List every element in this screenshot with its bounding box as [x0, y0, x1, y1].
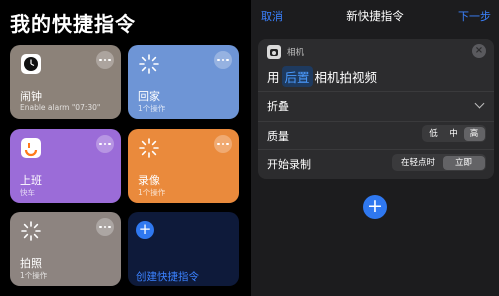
tile-title: 拍照 [20, 257, 42, 270]
shortcut-tile-take-photo[interactable]: 拍照 1个操作 [10, 212, 121, 286]
tile-title: 上班 [20, 174, 42, 187]
clock-icon [21, 54, 41, 74]
new-shortcut-editor: 取消 新快捷指令 下一步 相机 × 用后置 相机拍视频 折叠 质量 低 中 高 开… [251, 0, 499, 296]
shortcuts-library-pane: 我的快捷指令 闹钟 Enable alarm "07:30" 回家 1个操作 上… [0, 0, 247, 296]
tile-subtitle: 1个操作 [20, 271, 48, 280]
quality-option-low[interactable]: 低 [424, 127, 444, 141]
shortcut-tile-record-video[interactable]: 录像 1个操作 [128, 129, 239, 203]
remove-action-button[interactable]: × [472, 44, 486, 58]
action-sentence: 用后置 相机拍视频 [267, 66, 377, 87]
navigation-bar: 取消 新快捷指令 下一步 [251, 0, 499, 32]
more-options-button[interactable] [96, 218, 114, 236]
chevron-down-icon[interactable] [474, 98, 485, 109]
create-shortcut-label: 创建快捷指令 [136, 271, 199, 283]
more-options-button[interactable] [96, 51, 114, 69]
tile-title: 闹钟 [20, 90, 42, 103]
divider [258, 121, 494, 122]
shortcut-tile-go-home[interactable]: 回家 1个操作 [128, 45, 239, 119]
spinner-icon [21, 221, 41, 241]
create-shortcut-tile[interactable]: + 创建快捷指令 [128, 212, 239, 286]
tile-title: 录像 [138, 174, 160, 187]
tile-subtitle: 1个操作 [138, 104, 166, 113]
fold-label[interactable]: 折叠 [267, 98, 289, 114]
shortcut-tile-commute[interactable]: 上班 快车 [10, 129, 121, 203]
spinner-icon [139, 138, 159, 158]
start-record-label: 开始录制 [267, 158, 311, 171]
tile-subtitle: 1个操作 [138, 188, 166, 197]
page-title: 我的快捷指令 [10, 12, 136, 36]
plus-icon[interactable]: + [136, 221, 154, 239]
camera-icon [267, 45, 281, 59]
quality-segmented-control[interactable]: 低 中 高 [422, 125, 486, 142]
spinner-icon [139, 54, 159, 74]
add-action-button[interactable]: + [363, 195, 387, 219]
more-options-button[interactable] [214, 135, 232, 153]
didi-app-icon [21, 138, 41, 158]
next-button[interactable]: 下一步 [458, 8, 491, 24]
camera-position-token[interactable]: 后置 [281, 66, 313, 87]
divider [258, 149, 494, 150]
camera-action-card: 相机 × 用后置 相机拍视频 折叠 质量 低 中 高 开始录制 在轻点时 立即 [258, 39, 494, 179]
action-app-label: 相机 [287, 48, 305, 58]
action-suffix: 相机拍视频 [314, 70, 378, 85]
more-options-button[interactable] [214, 51, 232, 69]
tile-subtitle: 快车 [20, 188, 35, 197]
start-record-segmented-control[interactable]: 在轻点时 立即 [392, 154, 486, 171]
tile-subtitle: Enable alarm "07:30" [20, 103, 101, 112]
quality-option-high[interactable]: 高 [463, 126, 485, 141]
shortcut-tile-alarm[interactable]: 闹钟 Enable alarm "07:30" [10, 45, 121, 119]
quality-label: 质量 [267, 130, 289, 143]
quality-option-medium[interactable]: 中 [444, 127, 464, 141]
start-option-on-tap[interactable]: 在轻点时 [394, 156, 443, 170]
more-options-button[interactable] [96, 135, 114, 153]
divider [258, 91, 494, 92]
action-prefix: 用 [267, 70, 280, 85]
plus-icon: + [367, 195, 383, 217]
tile-title: 回家 [138, 90, 160, 103]
start-option-immediately[interactable]: 立即 [442, 155, 485, 170]
